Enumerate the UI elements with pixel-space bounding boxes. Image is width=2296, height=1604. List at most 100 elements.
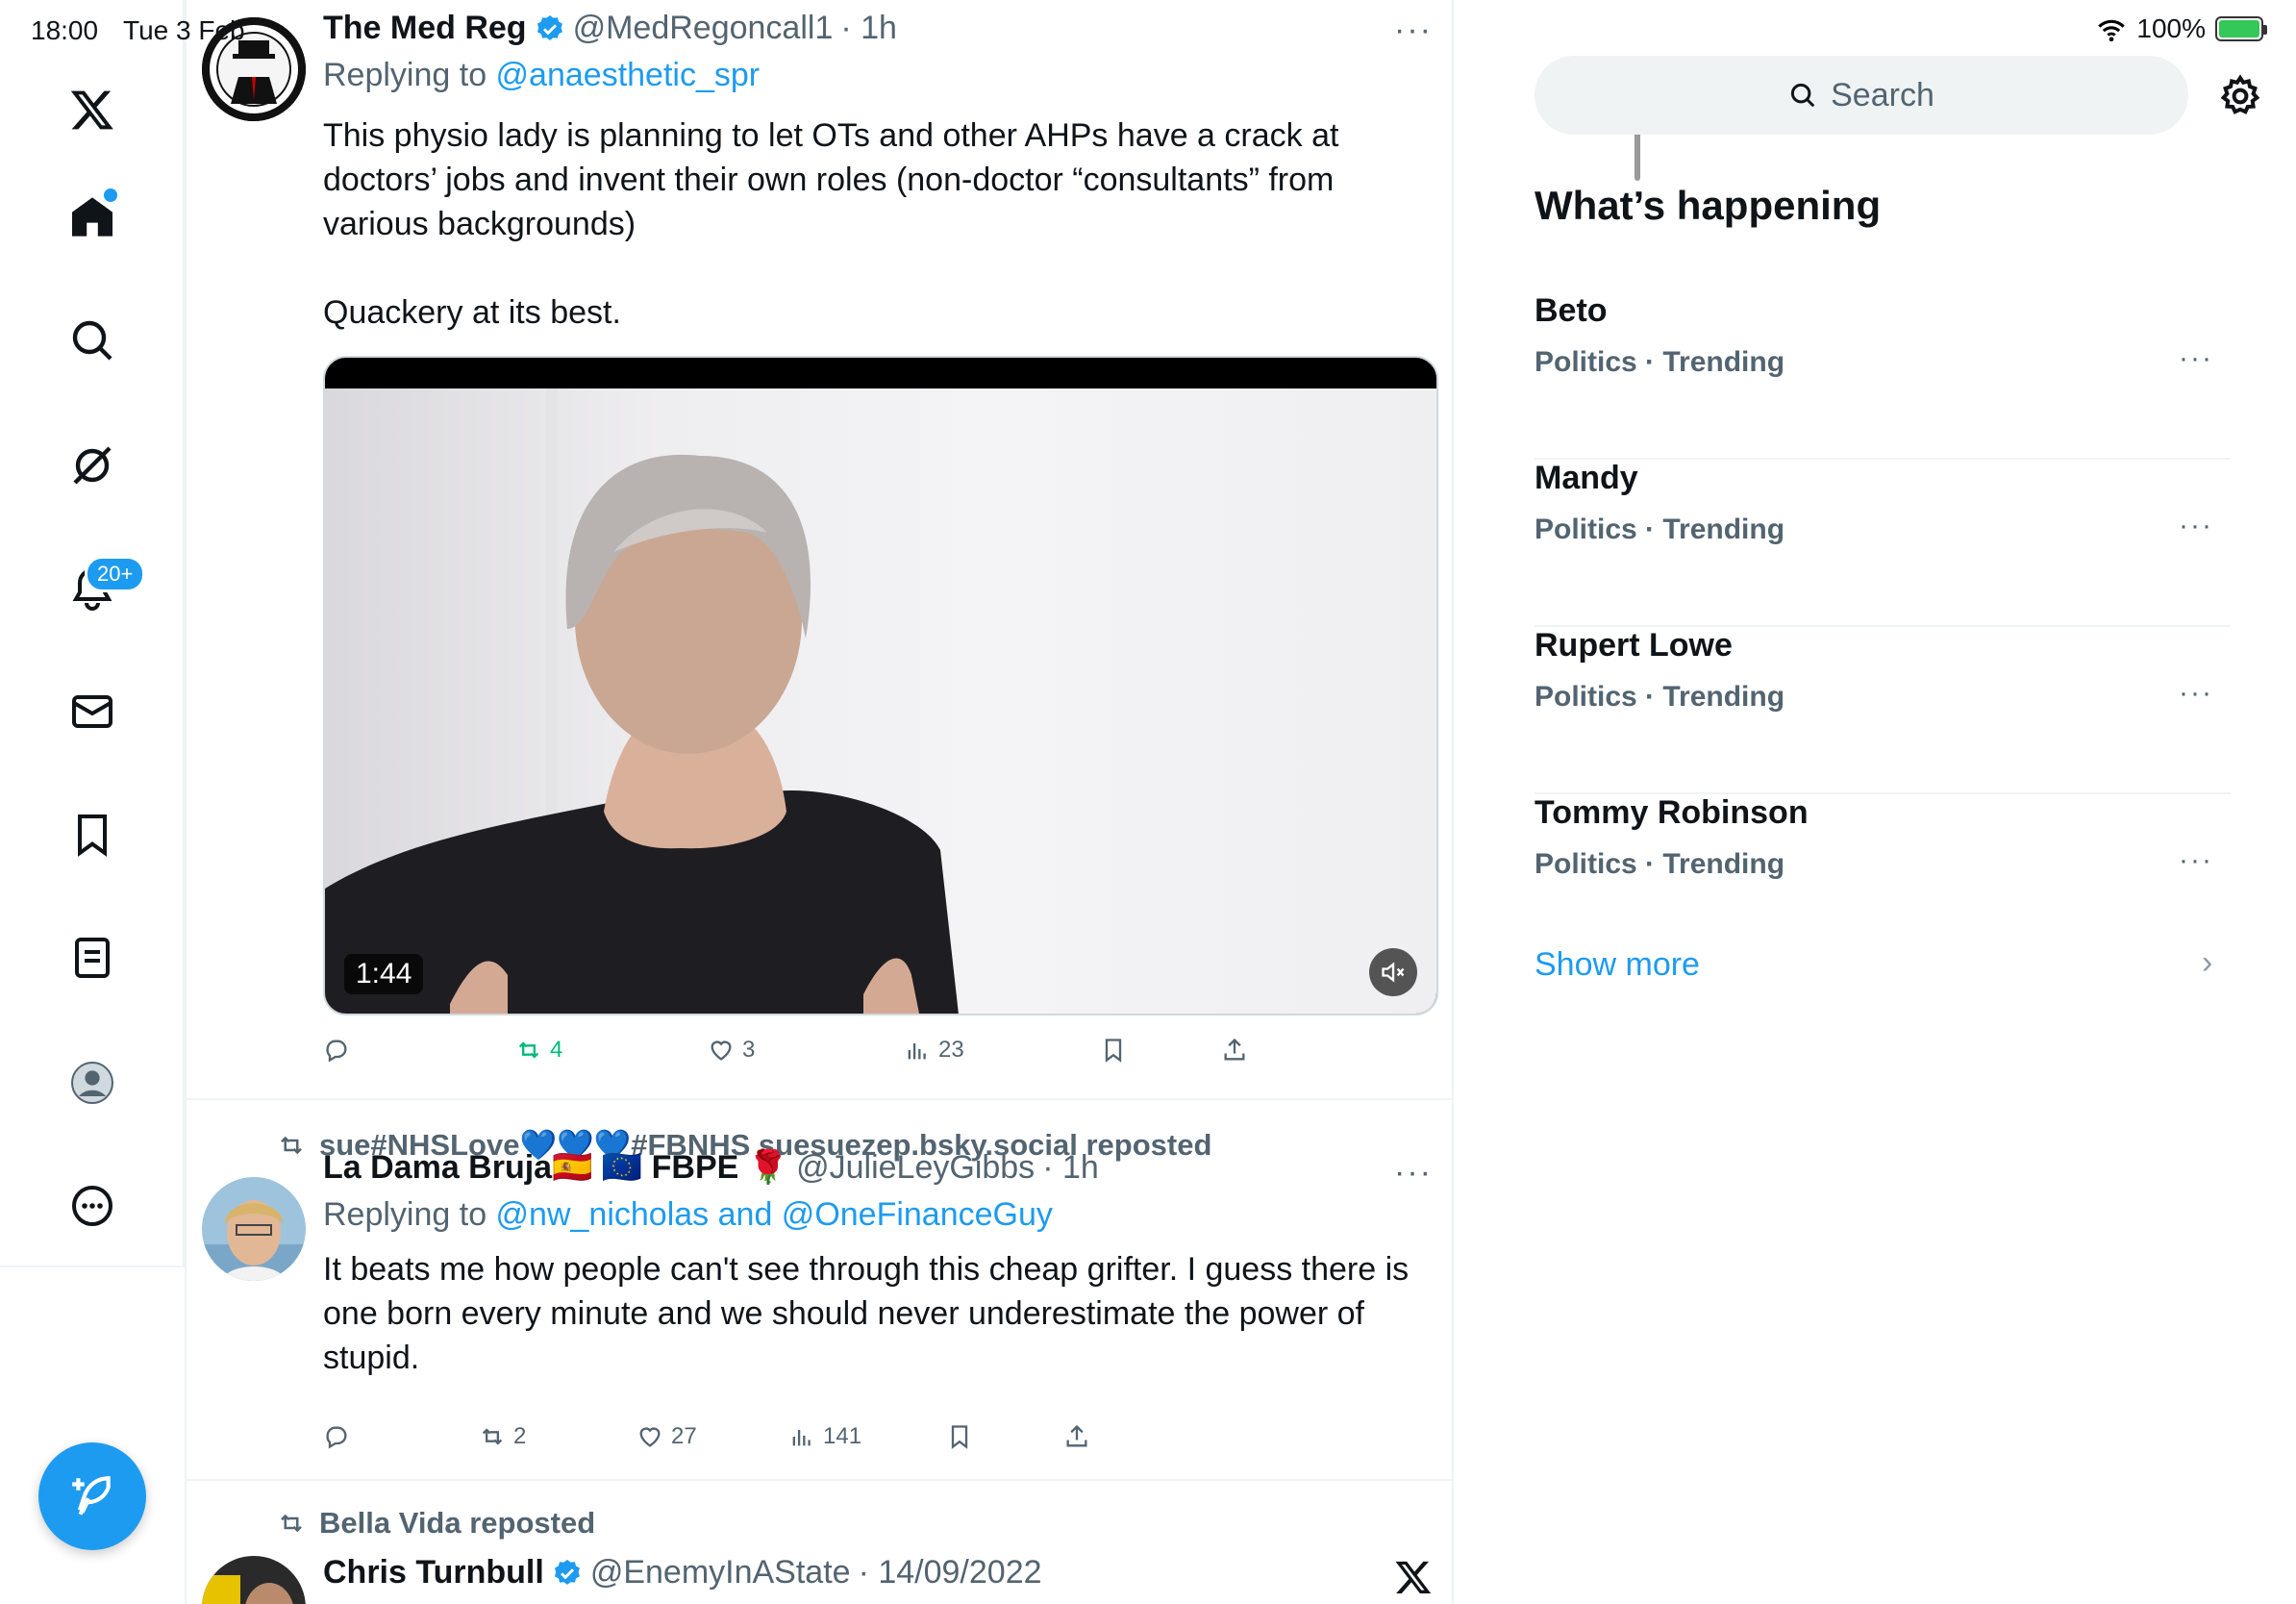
heart-icon — [639, 1427, 661, 1447]
compose-button[interactable] — [38, 1442, 146, 1550]
author-handle[interactable]: @JulieLeyGibbs — [796, 1149, 1035, 1187]
status-bar: 18:00 Tue 3 Feb 100% — [0, 0, 2296, 60]
tweet-actions: 2 27 141 — [323, 1423, 1454, 1462]
repost-count: 2 — [513, 1423, 527, 1449]
trend-more-button[interactable]: ··· — [2179, 844, 2213, 877]
settings-gear-icon[interactable] — [2217, 73, 2263, 119]
like-button[interactable]: 3 — [708, 1037, 755, 1064]
home-icon[interactable] — [54, 179, 131, 256]
view-count: 141 — [823, 1423, 862, 1449]
trend-name: Mandy — [1535, 460, 1638, 496]
reposted-by-text[interactable]: Bella Vida reposted — [319, 1506, 595, 1541]
author-handle[interactable]: @EnemyInAState — [590, 1554, 851, 1591]
trend-more-button[interactable]: ··· — [2179, 342, 2213, 375]
repost-icon — [518, 1041, 539, 1059]
trend-item[interactable]: Rupert Lowe Politics · Trending ··· — [1535, 627, 2231, 794]
bookmark-icon — [1105, 1039, 1122, 1063]
profile-avatar-icon[interactable] — [54, 1044, 131, 1121]
status-right: 100% — [2096, 13, 2267, 44]
messages-envelope-icon[interactable] — [54, 673, 131, 750]
search-box[interactable]: Search — [1535, 56, 2188, 135]
bookmark-icon — [951, 1425, 968, 1449]
trend-name: Rupert Lowe — [1535, 627, 1733, 664]
replying-to-link[interactable]: @anaesthetic_spr — [496, 57, 761, 93]
speaker-muted-icon — [1382, 962, 1405, 983]
video-player[interactable]: 1:44 — [323, 356, 1438, 1015]
like-count: 3 — [742, 1037, 756, 1063]
tweet-body: Chris Turnbull @EnemyInAState · 14/09/20… — [323, 1554, 1436, 1591]
share-icon — [1224, 1038, 1245, 1061]
reply-button[interactable] — [323, 1423, 350, 1450]
search-icon — [1791, 83, 1815, 108]
search-placeholder: Search — [1831, 76, 1934, 113]
tweet-body: La Dama Bruja🇪🇸 🇪🇺 FBPE 🌹 @JulieLeyGibbs… — [323, 1148, 1436, 1380]
tweet-time: · 14/09/2022 — [858, 1554, 1042, 1591]
share-icon — [1066, 1424, 1087, 1447]
views-button[interactable]: 23 — [904, 1037, 964, 1064]
bookmarks-icon[interactable] — [54, 796, 131, 873]
compose-feather-icon — [72, 1476, 111, 1516]
x-logo-icon[interactable] — [54, 71, 131, 148]
notifications-badge: 20+ — [85, 556, 146, 592]
repost-button[interactable]: 2 — [479, 1423, 526, 1450]
trend-item[interactable]: Tommy Robinson Politics · Trending ··· — [1535, 794, 2231, 962]
author-name[interactable]: La Dama Bruja🇪🇸 🇪🇺 FBPE 🌹 — [323, 1148, 788, 1187]
trend-name: Beto — [1535, 292, 1608, 329]
reply-icon — [326, 1040, 347, 1063]
tweet-header: La Dama Bruja🇪🇸 🇪🇺 FBPE 🌹 @JulieLeyGibbs… — [323, 1148, 1436, 1187]
status-time: 18:00 — [31, 15, 99, 45]
grok-icon[interactable] — [54, 427, 131, 504]
like-button[interactable]: 27 — [636, 1423, 697, 1450]
search-icon[interactable] — [54, 302, 131, 379]
lists-icon[interactable] — [54, 919, 131, 996]
avatar[interactable] — [202, 1556, 306, 1604]
reposted-by-line: Bella Vida reposted — [277, 1506, 595, 1541]
author-name[interactable]: Chris Turnbull — [323, 1554, 544, 1591]
trend-item[interactable]: Mandy Politics · Trending ··· — [1535, 460, 2231, 627]
video-frame — [325, 388, 1436, 1014]
trend-category: Politics · Trending — [1535, 848, 1785, 880]
whats-happening-title: What’s happening — [1535, 183, 1882, 228]
repost-count: 4 — [550, 1037, 563, 1063]
tweet[interactable]: sue#NHSLove💙💙💙#FBNHS suesuezep.bsky.soci… — [187, 1100, 1454, 1481]
more-circle-icon[interactable] — [54, 1167, 131, 1244]
tweet-text: This physio lady is planning to let OTs … — [323, 117, 1339, 331]
tweet-actions: 4 3 23 — [323, 1037, 1454, 1075]
wifi-icon — [2098, 19, 2126, 41]
trend-category: Politics · Trending — [1535, 514, 1785, 545]
left-nav: 20+ — [0, 0, 185, 1267]
trend-more-button[interactable]: ··· — [2179, 677, 2213, 710]
share-button[interactable] — [1063, 1423, 1090, 1450]
trend-more-button[interactable]: ··· — [2179, 510, 2213, 542]
battery-icon — [2215, 16, 2267, 41]
status-date: Tue 3 Feb — [123, 15, 245, 45]
trend-category: Politics · Trending — [1535, 681, 1785, 713]
replying-to: Replying to @nw_nicholas and @OneFinance… — [323, 1196, 1436, 1234]
repost-icon — [281, 1136, 302, 1154]
replying-to-link[interactable]: @nw_nicholas and @OneFinanceGuy — [496, 1196, 1053, 1233]
home-unread-dot — [104, 188, 117, 202]
replying-prefix: Replying to — [323, 57, 496, 93]
verified-badge-icon — [554, 1559, 580, 1585]
share-button[interactable] — [1221, 1037, 1248, 1064]
show-more-link[interactable]: Show more — [1535, 946, 1700, 984]
bookmark-button[interactable] — [1100, 1037, 1127, 1064]
chevron-right-icon[interactable]: › — [2202, 944, 2212, 982]
view-count: 23 — [938, 1037, 964, 1063]
replying-prefix: Replying to — [323, 1196, 496, 1233]
reply-button[interactable] — [323, 1037, 350, 1064]
video-mute-button[interactable] — [1369, 948, 1417, 996]
like-count: 27 — [671, 1423, 697, 1449]
repost-button[interactable]: 4 — [515, 1037, 562, 1064]
trend-item[interactable]: Beto Politics · Trending ··· — [1535, 292, 2231, 460]
analytics-icon — [908, 1043, 926, 1060]
tweet[interactable]: ··· The Med Reg @MedRegoncall1 · 1h Repl… — [187, 0, 1454, 1100]
trend-name: Tommy Robinson — [1535, 794, 1809, 831]
views-button[interactable]: 141 — [788, 1423, 861, 1450]
reply-icon — [326, 1426, 347, 1449]
tweet[interactable]: Bella Vida reposted Chris Turnbull @Enem… — [187, 1481, 1454, 1604]
bookmark-button[interactable] — [946, 1423, 973, 1450]
video-duration: 1:44 — [344, 954, 424, 994]
repost-icon — [482, 1428, 503, 1445]
avatar[interactable] — [202, 1177, 306, 1281]
